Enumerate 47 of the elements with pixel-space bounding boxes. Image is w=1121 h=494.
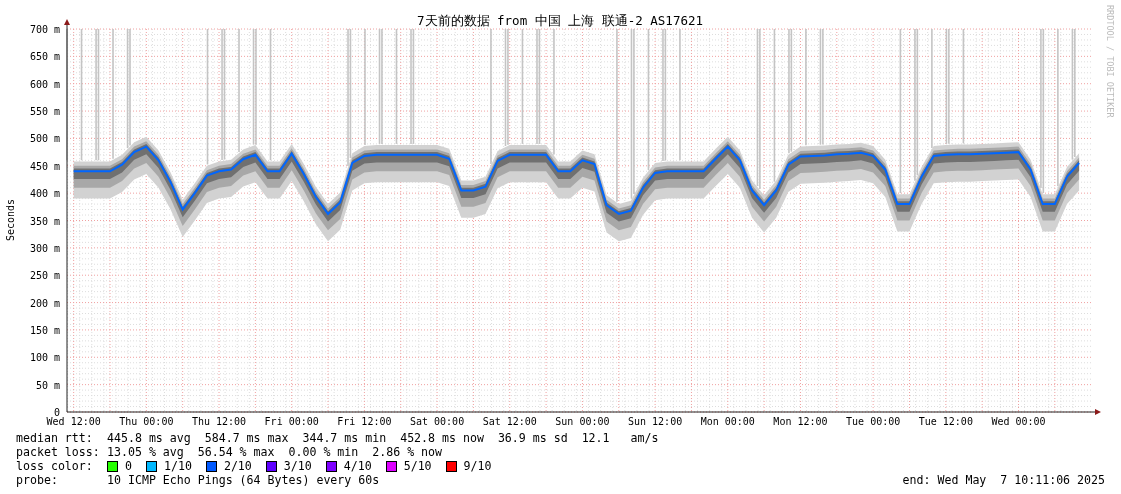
axis-tick-label: Wed 00:00 (991, 416, 1046, 427)
axis-tick-label: 200 m (29, 297, 60, 309)
axis-tick-label: 400 m (29, 188, 60, 200)
axis-tick-label: Fri 12:00 (337, 416, 392, 427)
swatch-label: 3/10 (283, 459, 312, 473)
axis-tick-label: Mon 00:00 (700, 416, 755, 427)
axis-tick-label: Tue 12:00 (918, 416, 973, 427)
swatch-label: 0 (125, 459, 132, 473)
legend-label: loss color: (16, 459, 94, 473)
probe-text: 10 ICMP Echo Pings (64 Bytes) every 60s (107, 473, 380, 487)
axis-tick-label: 650 m (29, 51, 60, 63)
legend-label: probe: (16, 473, 59, 487)
legend-label: median rtt: (16, 431, 94, 445)
axis-tick-label: Sat 00:00 (409, 416, 465, 427)
axis-title: Seconds (5, 198, 16, 242)
axis-tick-label: 550 m (29, 106, 60, 118)
credit-text: RRDTOOL / TOBI OETIKER (1105, 5, 1115, 118)
axis-tick-label: Tue 00:00 (846, 416, 901, 427)
axis-tick-label: Sun 00:00 (555, 416, 610, 427)
axis-tick-label: 50 m (35, 379, 60, 391)
chart-title: 7天前的数据 from 中国 上海 联通-2 AS17621 (417, 13, 703, 28)
swatch-label: 5/10 (403, 459, 432, 473)
stat-text: 445.8 ms avg 584.7 ms max 344.7 ms min 452.8 ms now 36.9 ms sd 12.1 am/s (107, 431, 659, 445)
axis-tick-label: 250 m (29, 270, 60, 282)
axis-tick-label: 100 m (29, 352, 60, 364)
axis-tick-label: Wed 12:00 (46, 416, 101, 427)
axis-tick-label: Mon 12:00 (773, 416, 828, 427)
axis-tick-label: Thu 12:00 (191, 416, 247, 427)
swatch-label: 2/10 (223, 459, 252, 473)
axis-tick-label: Sat 12:00 (482, 416, 537, 427)
axis-tick-label: 150 m (29, 324, 60, 336)
axis-tick-label: Fri 00:00 (264, 416, 319, 427)
axis-tick-label: 0 (53, 407, 60, 418)
stat-text: 13.05 % avg 56.54 % max 0.00 % min 2.86 % now (107, 445, 443, 459)
swatch-label: 9/10 (463, 459, 492, 473)
swatch-label: 1/10 (164, 459, 192, 473)
axis-tick-label: 450 m (29, 160, 60, 172)
axis-tick-label: 350 m (29, 215, 60, 227)
axis-tick-label: 700 m (29, 24, 60, 35)
swatch-label: 4/10 (343, 459, 372, 473)
axis-tick-label: Sun 12:00 (628, 416, 683, 427)
axis-tick-label: 500 m (29, 133, 60, 145)
legend-label: packet loss: (16, 445, 101, 459)
end-time: end: Wed May 7 10:11:06 2025 (902, 473, 1105, 487)
axis-tick-label: 600 m (29, 78, 60, 90)
axis-tick-label: 300 m (29, 242, 60, 254)
axis-tick-label: Thu 00:00 (119, 416, 174, 427)
